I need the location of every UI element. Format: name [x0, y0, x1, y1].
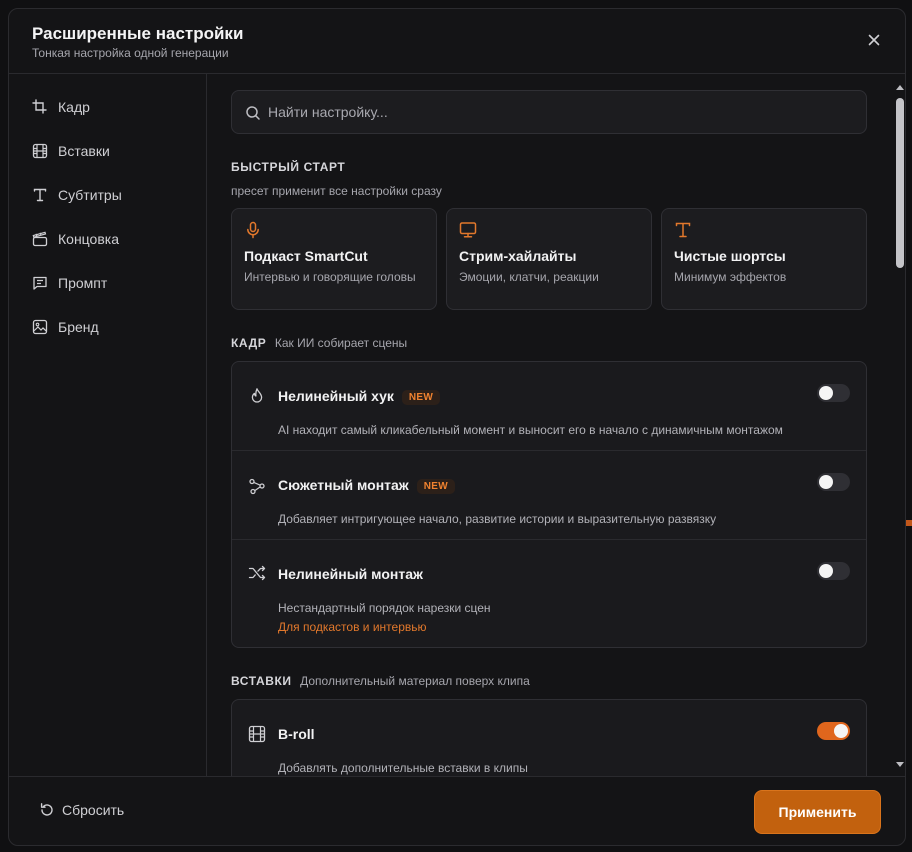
preset-description: Интервью и говорящие головы	[244, 270, 416, 284]
sidebar-item-brand[interactable]: Бренд	[9, 305, 206, 349]
preset-card-podcast[interactable]: Подкаст SmartCut Интервью и говорящие го…	[231, 208, 437, 310]
sidebar-item-prompt[interactable]: Промпт	[9, 261, 206, 305]
frame-section-header: КАДР Как ИИ собирает сцены	[231, 334, 867, 352]
new-badge: NEW	[416, 479, 455, 494]
image-icon	[32, 319, 48, 335]
setting-title: B-roll	[278, 726, 315, 742]
scroll-down-icon	[896, 762, 904, 767]
crop-icon	[32, 99, 47, 114]
preset-description: Минимум эффектов	[674, 270, 787, 284]
setting-row-nonlinear-hook: Нелинейный хук NEW AI находит самый клика…	[232, 362, 866, 451]
dialog-subtitle: Тонкая настройка одной генерации	[32, 46, 229, 60]
inserts-heading: ВСТАВКИ	[231, 674, 292, 688]
setting-title: Нелинейный хук NEW	[278, 388, 441, 405]
setting-title-text: Нелинейный хук	[278, 388, 394, 404]
nonlinear-edit-toggle[interactable]	[817, 562, 850, 580]
preset-title: Стрим-хайлайты	[459, 248, 577, 264]
story-edit-toggle[interactable]	[817, 473, 850, 491]
frame-settings-group: Нелинейный хук NEW AI находит самый клика…	[231, 361, 867, 648]
setting-description: Добавлять дополнительные вставки в клипы	[278, 761, 528, 775]
frame-heading: КАДР	[231, 336, 267, 350]
apply-button[interactable]: Применить	[754, 790, 881, 834]
new-badge: NEW	[401, 390, 441, 405]
close-icon	[868, 34, 880, 46]
frame-description: Как ИИ собирает сцены	[274, 336, 408, 350]
route-icon	[249, 478, 265, 495]
close-button[interactable]	[865, 31, 883, 49]
inserts-section-header: ВСТАВКИ Дополнительный материал поверх к…	[231, 672, 867, 690]
podcast-interview-link[interactable]: Для подкастов и интервью	[278, 620, 427, 634]
setting-description: Нестандартный порядок нарезки сцен	[278, 601, 491, 615]
sidebar-item-subtitles[interactable]: Субтитры	[9, 173, 206, 217]
sidebar-item-label: Промпт	[58, 275, 108, 291]
search-input[interactable]	[268, 91, 848, 133]
settings-scroll-area: БЫСТРЫЙ СТАРТ пресет применит все настро…	[231, 90, 867, 776]
text-icon	[675, 222, 691, 238]
toggle-knob	[819, 386, 833, 400]
preset-title: Чистые шортсы	[674, 248, 786, 264]
toggle-knob	[834, 724, 848, 738]
inserts-description: Дополнительный материал поверх клипа	[300, 674, 530, 688]
sidebar-item-label: Концовка	[58, 231, 119, 247]
setting-description: Добавляет интригующее начало, развитие и…	[278, 512, 717, 526]
search-box	[231, 90, 867, 134]
quick-start-description: пресет применит все настройки сразу	[231, 184, 442, 198]
content-scrollbar[interactable]	[893, 74, 905, 776]
film-icon	[248, 725, 266, 743]
preset-description: Эмоции, клатчи, реакции	[459, 270, 599, 284]
scrollbar-thumb[interactable]	[896, 98, 904, 268]
preset-card-clean-shorts[interactable]: Чистые шортсы Минимум эффектов	[661, 208, 867, 310]
sidebar-item-label: Вставки	[58, 143, 110, 159]
search-icon	[246, 106, 260, 120]
setting-description: AI находит самый кликабельный момент и в…	[278, 423, 783, 437]
microphone-icon	[247, 221, 259, 239]
sidebar-item-inserts[interactable]: Вставки	[9, 129, 206, 173]
flame-icon	[251, 388, 263, 403]
advanced-settings-dialog: Расширенные настройки Тонкая настройка о…	[8, 8, 906, 846]
quick-start-heading: БЫСТРЫЙ СТАРТ	[231, 160, 346, 174]
monitor-icon	[459, 222, 477, 238]
dialog-header: Расширенные настройки Тонкая настройка о…	[9, 9, 905, 74]
broll-toggle[interactable]	[817, 722, 850, 740]
inserts-settings-group: B-roll Добавлять дополнительные вставки …	[231, 699, 867, 776]
preset-card-stream[interactable]: Стрим-хайлайты Эмоции, клатчи, реакции	[446, 208, 652, 310]
toggle-knob	[819, 564, 833, 578]
shuffle-icon	[248, 565, 266, 581]
toggle-knob	[819, 475, 833, 489]
sidebar-item-label: Кадр	[58, 99, 90, 115]
dialog-title: Расширенные настройки	[32, 24, 244, 43]
sidebar-item-label: Бренд	[58, 319, 99, 335]
film-icon	[32, 143, 48, 159]
settings-content[interactable]: БЫСТРЫЙ СТАРТ пресет применит все настро…	[208, 74, 905, 776]
sidebar-item-frame[interactable]: Кадр	[9, 85, 206, 129]
preset-list: Подкаст SmartCut Интервью и говорящие го…	[231, 208, 867, 310]
sidebar-item-ending[interactable]: Концовка	[9, 217, 206, 261]
setting-title: Сюжетный монтаж NEW	[278, 477, 455, 494]
clapperboard-icon	[32, 231, 48, 247]
reset-button[interactable]: Сбросить	[39, 802, 124, 818]
text-icon	[33, 188, 47, 202]
setting-title: Нелинейный монтаж	[278, 566, 423, 582]
reset-icon	[40, 803, 53, 816]
preset-title: Подкаст SmartCut	[244, 248, 368, 264]
setting-title-text: Сюжетный монтаж	[278, 477, 409, 493]
setting-row-nonlinear-edit: Нелинейный монтаж Нестандартный порядок …	[232, 540, 866, 647]
setting-row-broll: B-roll Добавлять дополнительные вставки …	[232, 700, 866, 776]
nonlinear-hook-toggle[interactable]	[817, 384, 850, 402]
dialog-footer: Сбросить Применить	[9, 776, 905, 845]
sidebar: Кадр Вставки Субтитры Концовка Промпт Бр…	[9, 74, 207, 776]
message-icon	[33, 276, 47, 290]
reset-label: Сбросить	[62, 802, 125, 818]
scroll-up-icon	[896, 85, 904, 90]
sidebar-item-label: Субтитры	[58, 187, 122, 203]
setting-row-story-edit: Сюжетный монтаж NEW Добавляет интригующее…	[232, 451, 866, 540]
